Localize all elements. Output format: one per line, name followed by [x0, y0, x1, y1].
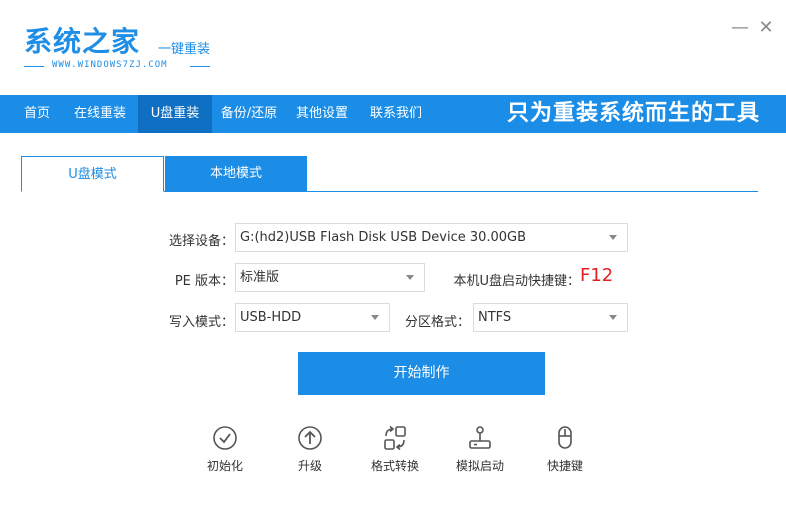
chevron-down-icon [609, 315, 617, 320]
tool-label: 模拟启动 [455, 459, 504, 473]
chevron-down-icon [371, 315, 379, 320]
tab-local-mode[interactable]: 本地模式 [165, 156, 307, 192]
nav-item-contact-us[interactable]: 联系我们 [360, 95, 432, 133]
navbar: 首页 在线重装 U盘重装 备份/还原 其他设置 联系我们 只为重装系统而生的工具 [0, 95, 786, 133]
nav-item-other-settings[interactable]: 其他设置 [286, 95, 358, 133]
tool-initialize[interactable]: 初始化 [190, 425, 260, 474]
arrow-up-circle-icon [298, 426, 322, 450]
pe-version-select[interactable]: 标准版 [235, 263, 425, 292]
nav-item-usb-reinstall[interactable]: U盘重装 [138, 95, 212, 133]
write-mode-select-value: USB-HDD [240, 310, 302, 325]
logo-tagline: 一键重装 [158, 42, 211, 57]
device-select[interactable]: G:(hd2)USB Flash Disk USB Device 30.00GB [235, 223, 628, 252]
hotkey-label: 本机U盘启动快捷键： [453, 274, 580, 289]
check-circle-icon [213, 426, 237, 450]
logo-url: WWW.WINDOWS7ZJ.COM [52, 60, 168, 70]
write-mode-label: 写入模式： [168, 315, 234, 330]
tool-label: 格式转换 [370, 459, 419, 473]
nav-item-home[interactable]: 首页 [12, 95, 62, 133]
pe-version-select-value: 标准版 [240, 270, 280, 285]
logo-url-line-right [190, 66, 210, 67]
start-make-button[interactable]: 开始制作 [298, 352, 545, 395]
tool-format-convert[interactable]: 格式转换 [360, 425, 430, 474]
convert-icon [384, 425, 406, 451]
tool-simulate-boot[interactable]: 模拟启动 [445, 425, 515, 474]
mouse-icon [558, 426, 572, 449]
close-button[interactable]: ✕ [756, 18, 776, 38]
device-select-value: G:(hd2)USB Flash Disk USB Device 30.00GB [240, 230, 527, 245]
device-label: 选择设备： [168, 234, 234, 249]
joystick-icon [469, 426, 491, 449]
nav-item-online-reinstall[interactable]: 在线重装 [64, 95, 136, 133]
partition-format-label: 分区格式： [404, 315, 470, 330]
partition-format-select-value: NTFS [478, 310, 512, 325]
tab-usb-mode[interactable]: U盘模式 [21, 156, 164, 192]
pe-version-label: PE 版本： [174, 274, 234, 289]
tool-label: 升级 [297, 459, 322, 473]
logo-url-line-left [24, 66, 44, 67]
tool-label: 快捷键 [546, 459, 583, 473]
logo-title: 系统之家 [24, 25, 141, 58]
chevron-down-icon [406, 275, 414, 280]
nav-slogan: 只为重装系统而生的工具 [506, 101, 760, 126]
minimize-button[interactable]: — [730, 18, 750, 38]
partition-format-select[interactable]: NTFS [473, 303, 628, 332]
hotkey-value: F12 [580, 265, 614, 286]
chevron-down-icon [609, 235, 617, 240]
tool-label: 初始化 [206, 459, 243, 473]
nav-item-backup-restore[interactable]: 备份/还原 [212, 95, 286, 133]
write-mode-select[interactable]: USB-HDD [235, 303, 390, 332]
tool-upgrade[interactable]: 升级 [275, 425, 345, 474]
tool-shortcut-keys[interactable]: 快捷键 [530, 425, 600, 474]
